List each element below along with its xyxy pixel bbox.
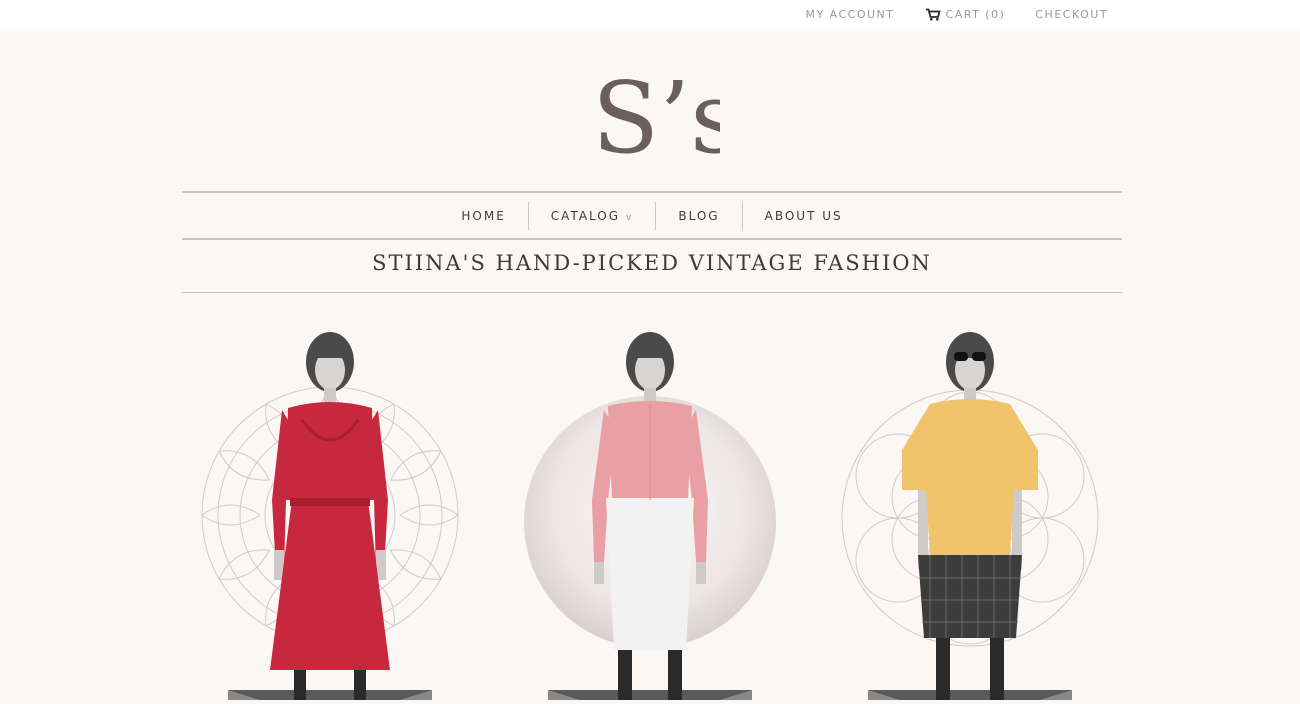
checkout-link[interactable]: CHECKOUT bbox=[1035, 8, 1108, 21]
nav-bottom-divider bbox=[182, 238, 1122, 240]
cart-icon bbox=[925, 8, 941, 21]
nav-item-blog[interactable]: BLOG bbox=[656, 202, 741, 230]
top-bar: MY ACCOUNT CART (0) CHECKOUT bbox=[0, 0, 1300, 29]
cart-link[interactable]: CART (0) bbox=[925, 8, 1006, 21]
nav-item-catalog-label: CATALOG bbox=[550, 208, 621, 223]
logo-text: S’s bbox=[592, 62, 720, 162]
product-image bbox=[841, 332, 1099, 700]
chevron-down-icon: v bbox=[626, 212, 634, 223]
nav-item-catalog[interactable]: CATALOG v bbox=[529, 202, 656, 230]
product-card-red-dress[interactable] bbox=[190, 300, 470, 700]
main-nav: HOME CATALOG v BLOG ABOUT US bbox=[182, 193, 1122, 238]
product-card-pink-blouse[interactable] bbox=[510, 300, 790, 700]
logo[interactable]: S’s bbox=[590, 52, 720, 162]
product-card-yellow-sweater[interactable] bbox=[830, 300, 1110, 700]
nav-item-about-us[interactable]: ABOUT US bbox=[743, 202, 865, 230]
nav-item-home[interactable]: HOME bbox=[439, 202, 527, 230]
headline-divider bbox=[182, 292, 1122, 293]
product-image bbox=[201, 332, 459, 700]
cart-label: CART (0) bbox=[945, 8, 1006, 21]
account-links: MY ACCOUNT CART (0) CHECKOUT bbox=[805, 8, 1108, 21]
product-image bbox=[524, 332, 776, 700]
my-account-link[interactable]: MY ACCOUNT bbox=[805, 8, 894, 21]
page-headline: STIINA'S HAND-PICKED VINTAGE FASHION bbox=[372, 251, 932, 275]
